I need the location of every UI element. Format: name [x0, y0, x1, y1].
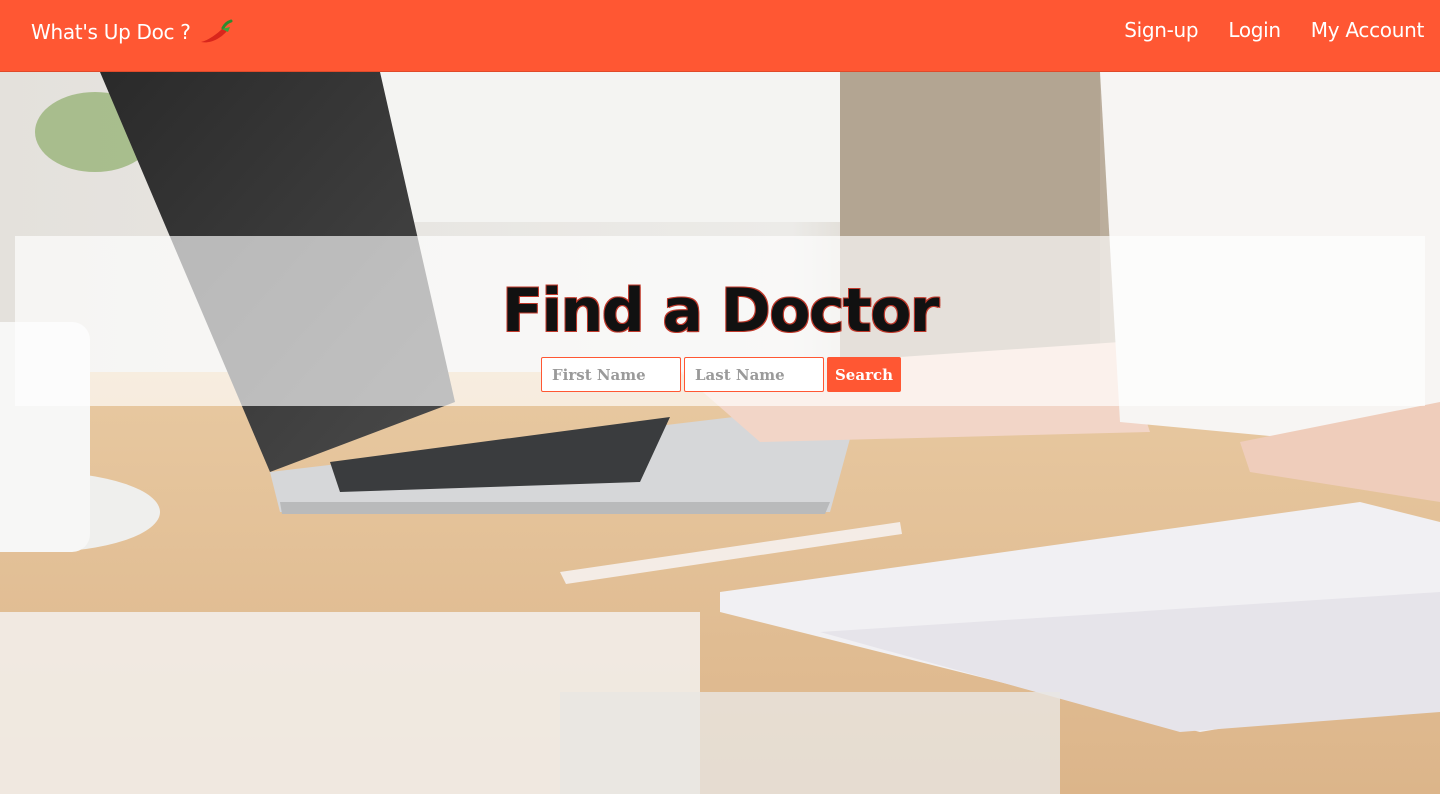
- first-name-input[interactable]: [541, 357, 681, 392]
- hero-background-image: [0, 72, 1440, 794]
- navbar: What's Up Doc ? Sign-up Login My Account: [0, 0, 1440, 72]
- login-link[interactable]: Login: [1228, 18, 1281, 42]
- my-account-link[interactable]: My Account: [1311, 18, 1425, 42]
- doctor-search-form: Search: [541, 357, 901, 392]
- brand-name: What's Up Doc ?: [31, 20, 191, 44]
- chili-pepper-icon: [197, 18, 237, 46]
- brand-link[interactable]: What's Up Doc ?: [31, 18, 237, 46]
- search-banner: Find a Doctor Search: [15, 236, 1425, 406]
- page-title: Find a Doctor: [501, 276, 940, 346]
- last-name-input[interactable]: [684, 357, 824, 392]
- nav-links: Sign-up Login My Account: [1124, 18, 1424, 42]
- signup-link[interactable]: Sign-up: [1124, 18, 1198, 42]
- search-button[interactable]: Search: [827, 357, 901, 392]
